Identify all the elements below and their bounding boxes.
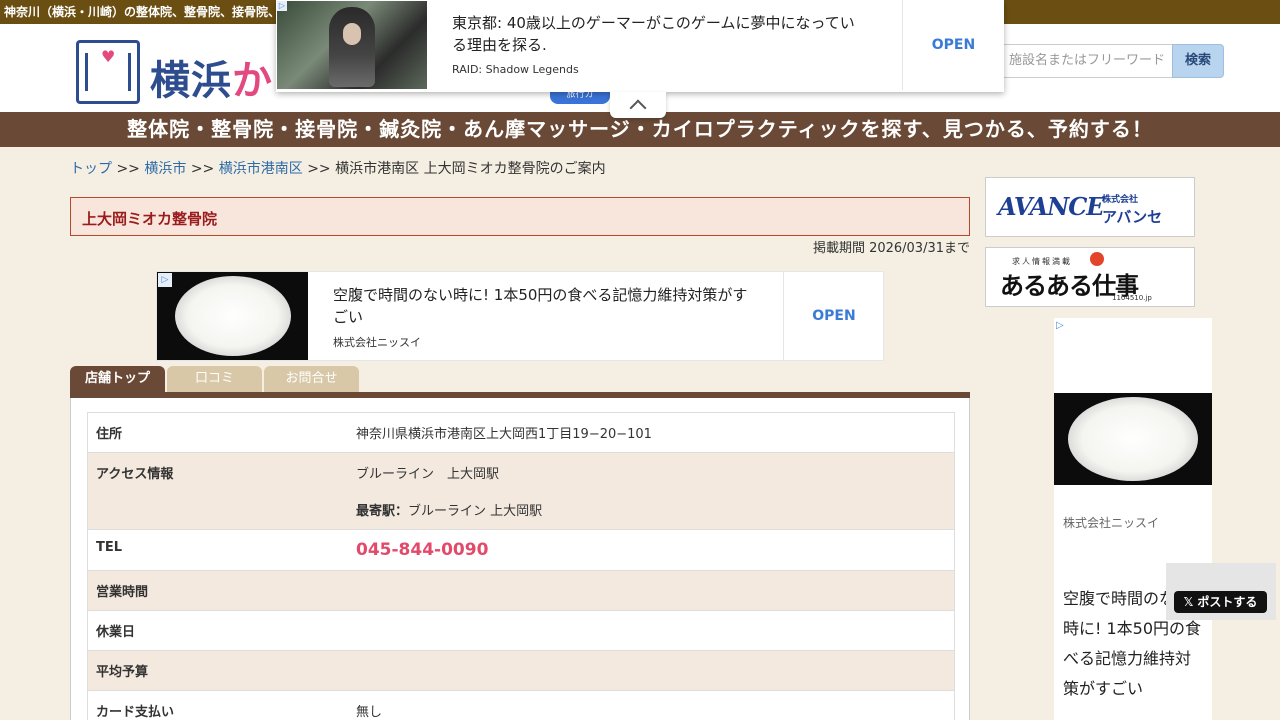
address-value: 神奈川県横浜市港南区上大岡西1丁目19−20−101 xyxy=(356,427,652,442)
ad-sponsor: 株式会社ニッスイ xyxy=(333,336,421,349)
listing-period: 掲載期間 2026/03/31まで xyxy=(812,241,970,256)
shop-info-table: 住所 神奈川県横浜市港南区上大岡西1丁目19−20−101 アクセス情報 ブルー… xyxy=(87,412,955,720)
ad-open-button[interactable]: OPEN xyxy=(783,272,884,360)
hours-value xyxy=(348,571,954,610)
shop-title-box: 上大岡ミオカ整骨院 xyxy=(70,197,970,236)
page-title: 上大岡ミオカ整骨院 xyxy=(82,210,218,228)
site-logo-icon[interactable]: ♥ xyxy=(76,40,140,104)
table-row: 営業時間 xyxy=(88,571,954,611)
budget-label: 平均予算 xyxy=(96,665,149,680)
badge-icon xyxy=(1090,252,1104,266)
holiday-label: 休業日 xyxy=(96,625,136,640)
tab-shop-top[interactable]: 店舗トップ xyxy=(70,366,165,392)
avance-banner[interactable]: AVANCE 株式会社 アバンセ xyxy=(985,177,1195,237)
breadcrumb: トップ >> 横浜市 >> 横浜市港南区 >> 横浜市港南区 上大岡ミオカ整骨院… xyxy=(70,161,606,177)
breadcrumb-top-link[interactable]: トップ xyxy=(70,161,112,177)
card-payment-label: カード支払い xyxy=(96,705,175,720)
access-label: アクセス情報 xyxy=(96,467,174,482)
x-logo-icon: 𝕏 xyxy=(1183,595,1198,609)
chevron-up-icon xyxy=(629,99,647,117)
table-row: 平均予算 xyxy=(88,651,954,691)
breadcrumb-ward-link[interactable]: 横浜市港南区 xyxy=(219,161,303,177)
ad-sponsor: 株式会社ニッスイ xyxy=(1063,516,1160,530)
table-row: 休業日 xyxy=(88,611,954,651)
hours-label: 営業時間 xyxy=(96,585,149,600)
table-row: 住所 神奈川県横浜市港南区上大岡西1丁目19−20−101 xyxy=(88,413,954,453)
sidebar-ad[interactable]: ▷ 株式会社ニッスイ 空腹で時間のない時に! 1本50円の食べる記憶力維持対策が… xyxy=(1054,318,1212,720)
ad-image[interactable] xyxy=(157,272,308,360)
table-row: アクセス情報 ブルーライン 上大岡駅 最寄駅：ブルーライン 上大岡駅 xyxy=(88,453,954,530)
search-button[interactable]: 検索 xyxy=(1172,44,1224,78)
nearest-station-value: ブルーライン 上大岡駅 xyxy=(408,504,543,519)
tel-link[interactable]: 045-844-0090 xyxy=(356,540,488,560)
x-post-button[interactable]: 𝕏 ポストする xyxy=(1174,591,1267,613)
adchoices-icon[interactable]: ▷ xyxy=(1056,320,1068,332)
ad-sponsor: RAID: Shadow Legends xyxy=(452,63,579,76)
holiday-value xyxy=(348,611,954,650)
ad-open-button[interactable]: OPEN xyxy=(902,0,1004,90)
tab-contact[interactable]: お問合せ xyxy=(264,366,359,392)
card-payment-value: 無し xyxy=(356,705,383,720)
nearest-station-label: 最寄駅： xyxy=(356,504,409,519)
aruaru-job-banner[interactable]: 求人情報満載 あるある仕事 1104510.jp xyxy=(985,247,1195,307)
access-value: ブルーライン 上大岡駅 最寄駅：ブルーライン 上大岡駅 xyxy=(356,467,543,519)
site-logo-text[interactable]: 横浜か xyxy=(150,48,273,106)
table-row: カード支払い 無し xyxy=(88,691,954,720)
adchoices-icon[interactable]: ▷ xyxy=(158,273,172,287)
share-widget: 𝕏 ポストする xyxy=(1166,563,1276,620)
search-input[interactable]: 施設名またはフリーワード xyxy=(998,44,1172,78)
breadcrumb-city-link[interactable]: 横浜市 xyxy=(144,161,186,177)
tel-label: TEL xyxy=(96,540,123,555)
table-row: TEL 045-844-0090 xyxy=(88,530,954,571)
ad-image[interactable] xyxy=(277,1,427,89)
inline-ad[interactable]: ▷ 空腹で時間のない時に! 1本50円の食べる記憶力維持対策がすごい 株式会社ニ… xyxy=(156,271,884,361)
heart-icon: ♥ xyxy=(101,47,116,66)
ad-image[interactable] xyxy=(1054,393,1212,485)
address-label: 住所 xyxy=(96,427,123,442)
ad-headline[interactable]: 空腹で時間のない時に! 1本50円の食べる記憶力維持対策がすごい xyxy=(333,284,753,328)
breadcrumb-current: 横浜市港南区 上大岡ミオカ整骨院のご案内 xyxy=(335,161,606,177)
budget-value xyxy=(348,651,954,690)
popup-ad[interactable]: ▷ 東京都: 40歳以上のゲーマーがこのゲームに夢中になっている理由を探る. R… xyxy=(276,0,1004,92)
ad-headline[interactable]: 東京都: 40歳以上のゲーマーがこのゲームに夢中になっている理由を探る. xyxy=(452,12,862,56)
tab-reviews[interactable]: 口コミ xyxy=(167,366,262,392)
adchoices-icon[interactable]: ▷ xyxy=(277,1,287,11)
collapse-ad-button[interactable] xyxy=(610,92,666,118)
shop-info-panel: 住所 神奈川県横浜市港南区上大岡西1丁目19−20−101 アクセス情報 ブルー… xyxy=(70,398,970,720)
avance-logo: AVANCE xyxy=(998,192,1105,221)
